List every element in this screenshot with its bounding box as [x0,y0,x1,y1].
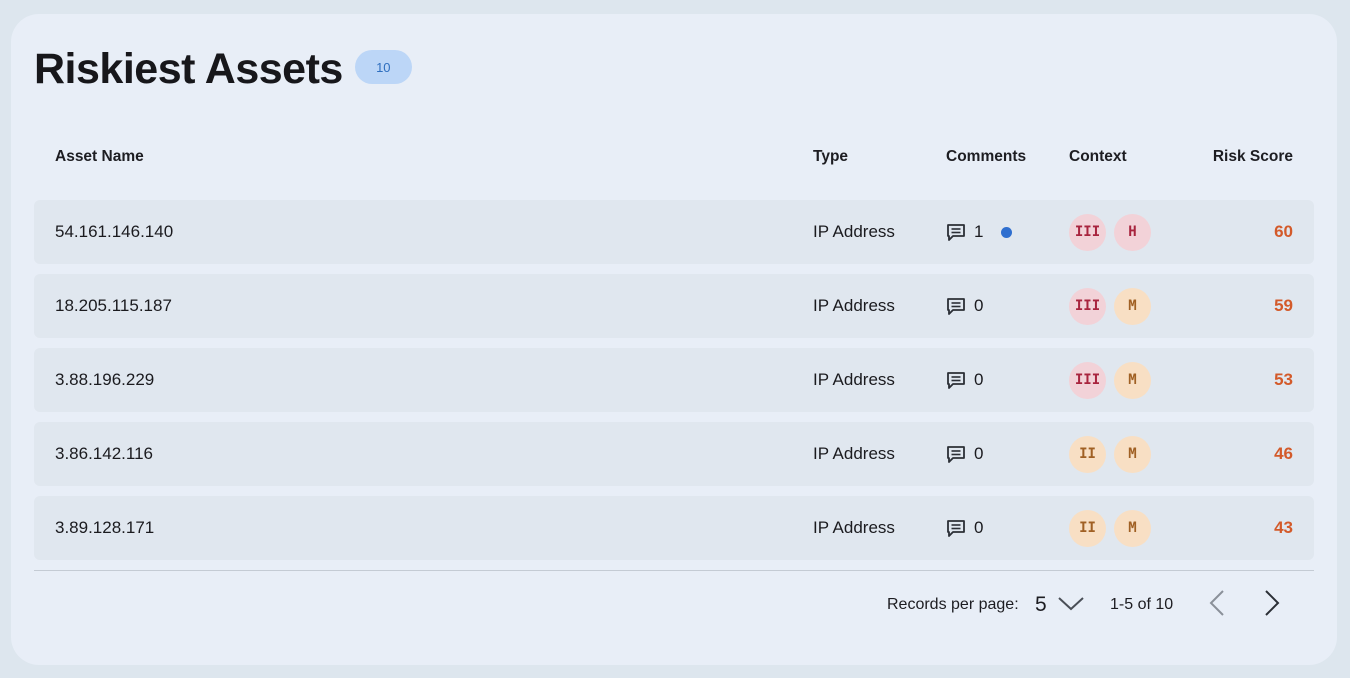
column-header-type[interactable]: Type [813,148,848,166]
column-header-context[interactable]: Context [1069,148,1127,166]
unread-indicator-dot [1001,226,1013,238]
comment-count: 0 [974,370,984,389]
table-row[interactable]: 54.161.146.140 IP Address 1 III H 60 [34,200,1314,264]
context-badge: M [1114,509,1151,547]
context-cell: II M [1069,422,1151,486]
table-header: Asset Name Type Comments Context Risk Sc… [34,148,1314,170]
asset-name[interactable]: 54.161.146.140 [55,200,173,264]
comments-cell[interactable]: 0 [946,274,983,338]
risk-score: 60 [1274,222,1293,241]
context-cell: III H [1069,200,1151,264]
records-per-page-value: 5 [1035,593,1047,616]
context-cell: III M [1069,348,1151,412]
riskiest-assets-card: Riskiest Assets 10 Asset Name Type Comme… [11,14,1337,665]
context-badge: H [1114,213,1151,251]
comments-cell[interactable]: 0 [946,348,983,412]
next-page-button[interactable] [1259,589,1285,622]
comments-cell[interactable]: 1 [946,200,1013,264]
context-badge: III [1069,287,1106,325]
count-badge: 10 [354,50,412,84]
card-header: Riskiest Assets 10 [34,44,412,94]
comments-cell[interactable]: 0 [946,422,983,486]
risk-score: 46 [1274,444,1293,463]
context-badge: II [1069,435,1106,473]
comment-icon [946,445,966,464]
page-title: Riskiest Assets [34,45,343,93]
asset-name[interactable]: 3.86.142.116 [55,422,153,486]
asset-type: IP Address [813,518,895,537]
comment-count: 0 [974,444,984,463]
comment-icon [946,371,966,390]
divider [34,570,1314,571]
context-cell: II M [1069,496,1151,560]
chevron-down-icon [1057,595,1085,616]
table-body: 54.161.146.140 IP Address 1 III H 60 18.205.11… [34,200,1314,570]
table-row[interactable]: 3.89.128.171 IP Address 0 II M 43 [34,496,1314,560]
risk-score: 43 [1274,518,1293,537]
context-badge: M [1114,287,1151,325]
risk-score: 53 [1274,370,1293,389]
risk-score: 59 [1274,296,1293,315]
records-per-page-select[interactable]: 5 [1035,590,1085,620]
asset-name[interactable]: 18.205.115.187 [55,274,172,338]
comments-cell[interactable]: 0 [946,496,983,560]
pagination-range: 1-5 of 10 [1110,596,1174,613]
pagination-footer: Records per page: 5 1-5 of 10 [34,589,1314,630]
previous-page-button[interactable] [1204,589,1230,622]
context-badge: M [1114,361,1151,399]
comment-icon [946,223,966,242]
chevron-left-icon [1209,589,1225,622]
table-row[interactable]: 3.88.196.229 IP Address 0 III M 53 [34,348,1314,412]
context-badge: II [1069,509,1106,547]
context-cell: III M [1069,274,1151,338]
asset-type: IP Address [813,444,895,463]
asset-name[interactable]: 3.88.196.229 [55,348,154,412]
column-header-asset-name[interactable]: Asset Name [55,148,144,166]
chevron-right-icon [1264,589,1280,622]
asset-name[interactable]: 3.89.128.171 [55,496,154,560]
table-row[interactable]: 18.205.115.187 IP Address 0 III M 59 [34,274,1314,338]
asset-type: IP Address [813,296,895,315]
comment-count: 1 [974,222,984,241]
context-badge: III [1069,213,1106,251]
asset-type: IP Address [813,222,895,241]
table-row[interactable]: 3.86.142.116 IP Address 0 II M 46 [34,422,1314,486]
comment-count: 0 [974,296,984,315]
comment-icon [946,519,966,538]
asset-type: IP Address [813,370,895,389]
context-badge: III [1069,361,1106,399]
comment-count: 0 [974,518,984,537]
column-header-comments[interactable]: Comments [946,148,1026,166]
comment-icon [946,297,966,316]
context-badge: M [1114,435,1151,473]
column-header-risk-score[interactable]: Risk Score [1213,148,1293,166]
records-per-page-label: Records per page: [887,596,1019,613]
